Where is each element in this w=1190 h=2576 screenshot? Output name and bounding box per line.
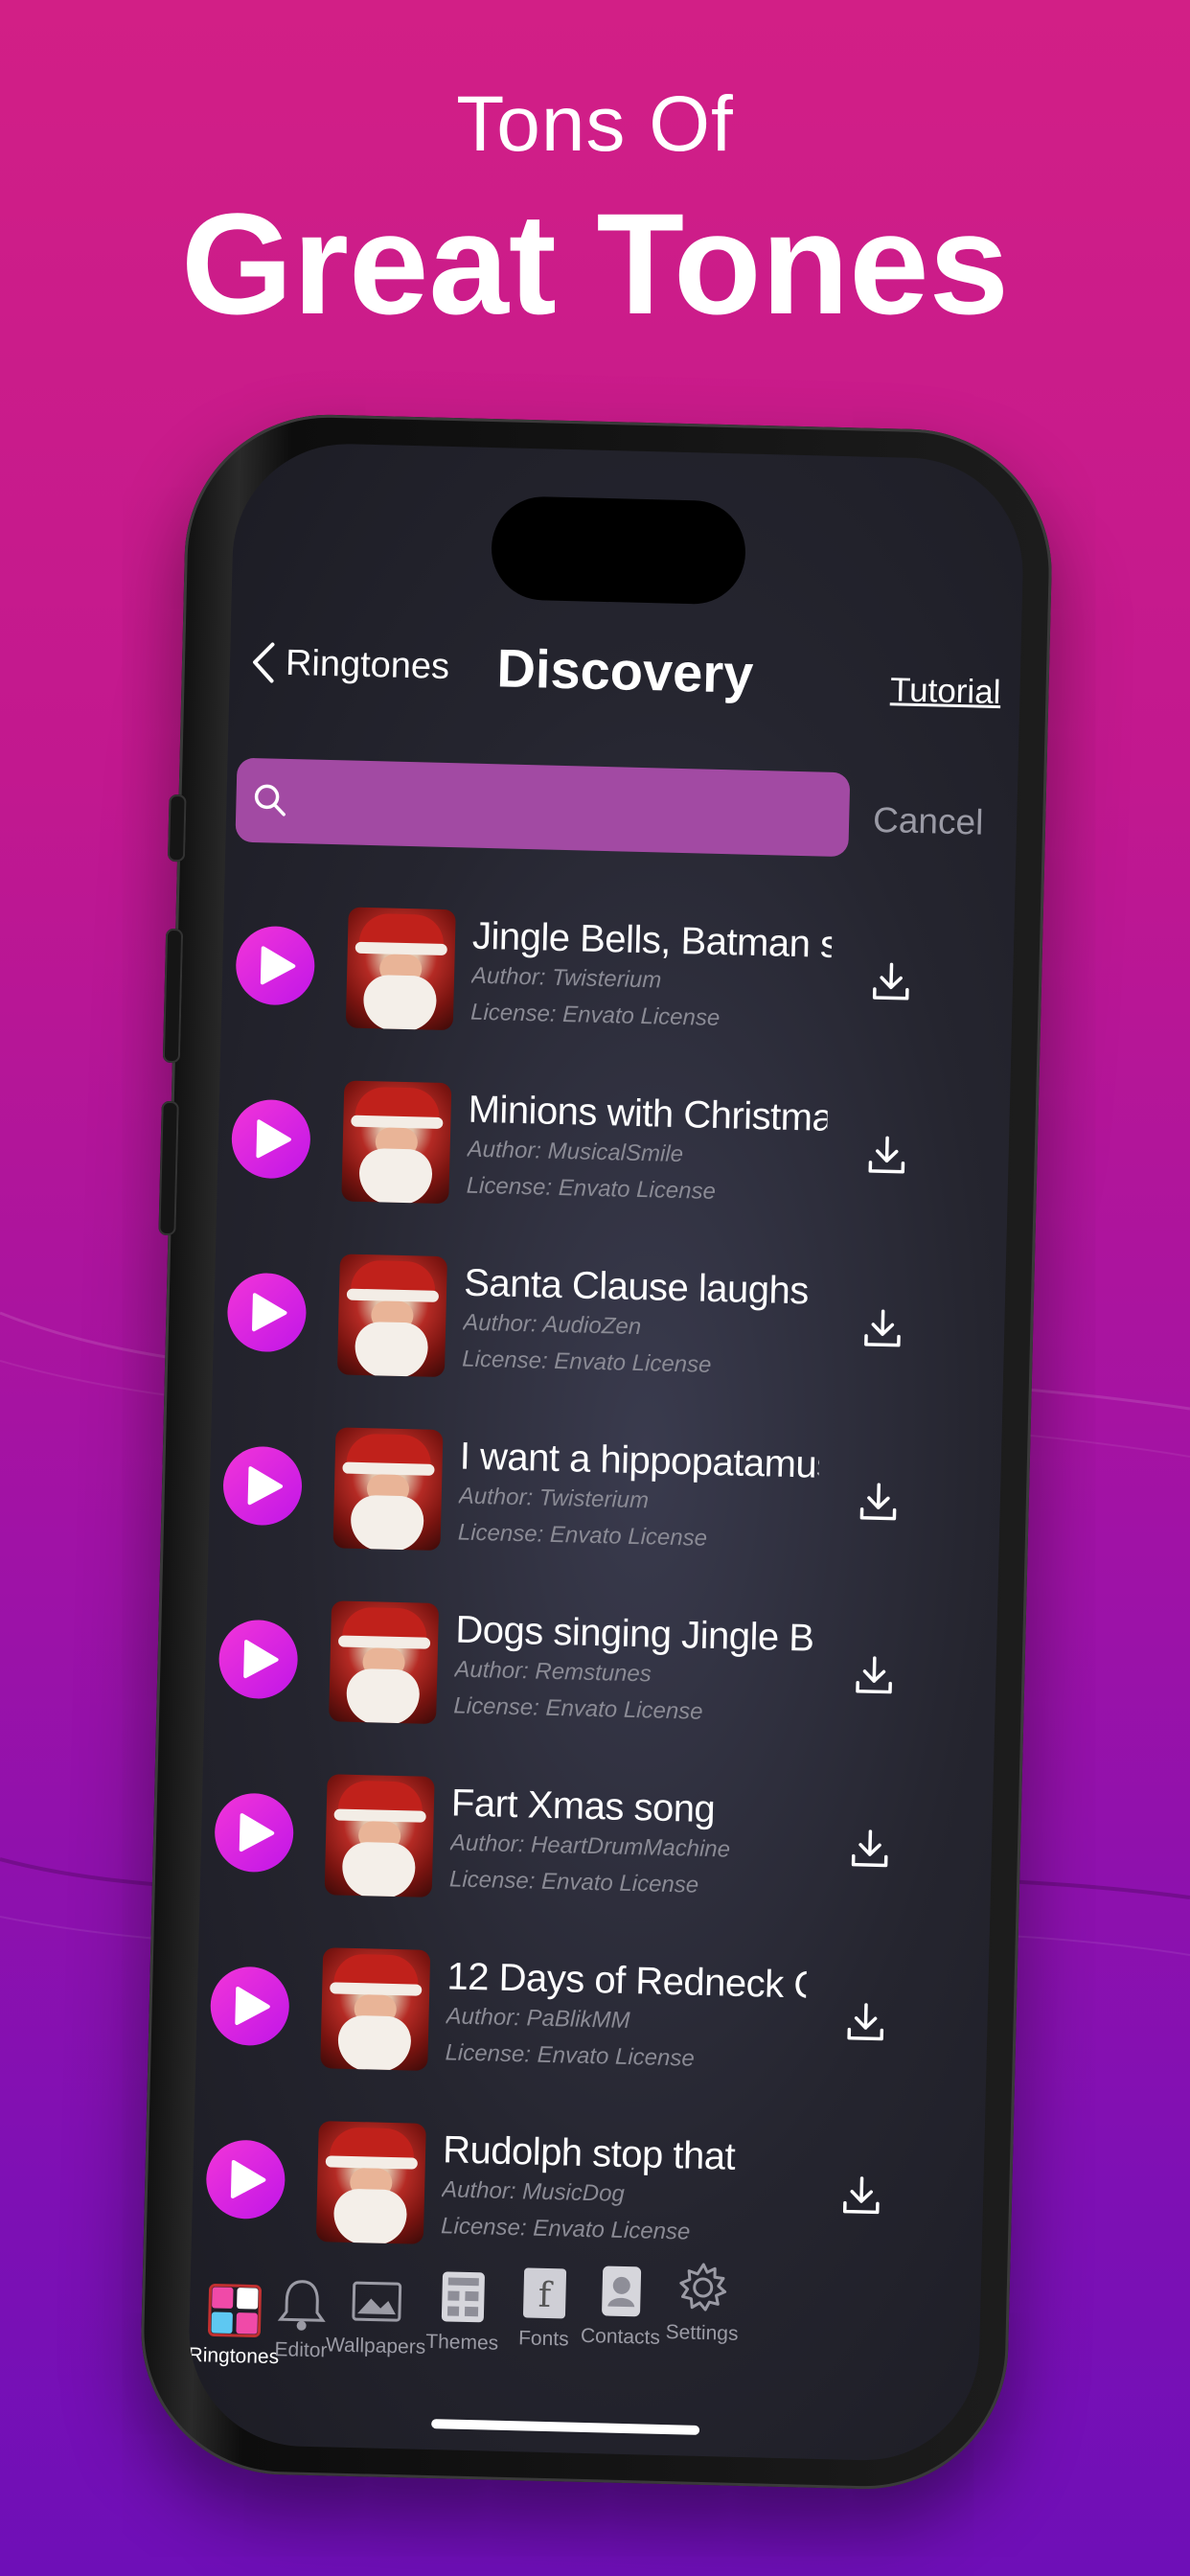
ringtone-info: Dogs singing Jingle Be Author: Remstunes L… [453,1605,815,1731]
ringtone-thumbnail [329,1600,440,1724]
ringtone-info: Fart Xmas song Author: HeartDrumMachine Li… [449,1779,812,1904]
ringtone-info: Santa Clause laughs Author: AudioZen Licen… [462,1259,824,1385]
play-icon [252,1293,287,1332]
search-bar[interactable] [235,757,851,858]
ringtone-info: Jingle Bells, Batman sn Author: Twisteriu… [470,912,833,1038]
play-button[interactable] [230,1098,311,1180]
search-row: Cancel [235,757,1025,873]
widgets-icon [441,2271,485,2323]
ringtone-thumbnail [345,907,456,1031]
ringtone-list: Jingle Bells, Batman sn Author: Twisteriu… [191,886,1015,2293]
play-icon [260,946,296,985]
list-item[interactable]: Santa Clause laughs Author: AudioZen Licen… [212,1233,1006,1426]
ringtone-info: Minions with Christmas Author: MusicalSmi… [466,1086,828,1211]
play-icon [239,1813,275,1852]
play-button[interactable] [209,1966,290,2047]
promo-title: Great Tones [180,183,1010,344]
ringtone-info: I want a hippopatamus Author: Twisterium L… [457,1433,820,1558]
ringtone-title: Santa Clause laughs [463,1261,810,1313]
tab-label: Editor [274,2338,328,2362]
ringtone-title: Jingle Bells, Batman sn [471,914,833,967]
tab-label: Settings [665,2321,739,2345]
ringtone-title: Rudolph stop that [442,2128,736,2178]
cancel-button[interactable]: Cancel [873,800,984,843]
play-icon [235,1987,270,2026]
list-item[interactable]: 12 Days of Redneck Ch Author: PaBlikMM Lic… [195,1927,989,2120]
dynamic-island [490,495,747,606]
download-icon[interactable] [844,2001,887,2044]
ringtone-license: License: Envato License [466,1172,717,1205]
list-item[interactable]: I want a hippopatamus Author: Twisterium L… [208,1407,1002,1599]
ringtone-title: Minions with Christmas [468,1088,829,1140]
play-button[interactable] [226,1272,308,1353]
play-icon [256,1119,291,1159]
ringtone-thumbnail [324,1774,435,1898]
list-item[interactable]: Dogs singing Jingle Be Author: Remstunes L… [203,1580,997,1773]
play-button[interactable] [205,2139,286,2220]
ringtone-title: Fart Xmas song [450,1782,716,1831]
play-icon [230,2159,266,2198]
play-icon [243,1640,279,1679]
tab-bar: Ringtones Editor Wallpapers Themes f Fonts Con… [188,2252,981,2410]
ringtone-title: Dogs singing Jingle Be [454,1608,815,1661]
ringtone-thumbnail [320,1947,431,2071]
download-icon[interactable] [870,960,913,1003]
promo-headline: Tons Of Great Tones [0,77,1190,345]
volume-up-button [162,928,184,1064]
ringtone-license: License: Envato License [457,1519,708,1552]
ringtone-thumbnail [332,1427,444,1552]
search-input[interactable] [304,781,846,835]
ringtone-license: License: Envato License [453,1692,703,1725]
play-button[interactable] [214,1792,295,1874]
play-button[interactable] [235,925,316,1006]
list-item[interactable]: Fart Xmas song Author: HeartDrumMachine Li… [199,1754,994,1946]
ringtone-info: Rudolph stop that Author: MusicDog License… [441,2126,803,2251]
download-icon[interactable] [840,2174,883,2217]
contact-icon [602,2266,642,2317]
phone-mockup: Ringtones Discovery Tutorial Cancel Jing… [137,411,1056,2493]
list-item[interactable]: Minions with Christmas Author: MusicalSmi… [216,1060,1010,1253]
home-indicator[interactable] [431,2419,700,2435]
ringtone-license: License: Envato License [461,1346,712,1378]
ringtone-info: 12 Days of Redneck Ch Author: PaBlikMM Lic… [445,1952,807,2078]
ringtone-thumbnail [341,1080,452,1205]
navigation-bar: Ringtones Discovery Tutorial [228,609,1021,743]
tab-label: Fonts [517,2327,569,2351]
ringtone-thumbnail [315,2121,426,2244]
tab-label: Themes [425,2330,499,2355]
tutorial-link[interactable]: Tutorial [890,671,1001,712]
download-icon[interactable] [865,1134,908,1177]
volume-down-button [158,1100,179,1236]
font-icon: f [523,2267,567,2319]
download-icon[interactable] [853,1654,896,1697]
ringtone-license: License: Envato License [448,1866,699,1898]
promo-subtitle: Tons Of [456,80,734,168]
list-item[interactable]: Jingle Bells, Batman sn Author: Twisteriu… [220,886,1015,1079]
ringtone-license: License: Envato License [469,999,721,1032]
ringtone-thumbnail [336,1254,447,1378]
download-icon[interactable] [861,1307,904,1350]
ringtone-license: License: Envato License [445,2039,696,2072]
tab-settings[interactable]: Settings [649,2258,756,2347]
ringtone-title: I want a hippopatamus [459,1435,820,1487]
image-icon [352,2281,402,2322]
gear-icon [679,2263,727,2312]
action-button [167,794,187,862]
play-button[interactable] [222,1445,304,1527]
download-icon[interactable] [848,1828,891,1871]
search-icon [254,784,286,816]
phone-screen: Ringtones Discovery Tutorial Cancel Jing… [186,441,1026,2464]
play-button[interactable] [217,1619,299,1700]
ringtone-title: 12 Days of Redneck Ch [446,1955,808,2008]
play-icon [247,1466,284,1506]
ringtone-license: License: Envato License [440,2213,691,2245]
download-icon[interactable] [857,1481,900,1524]
